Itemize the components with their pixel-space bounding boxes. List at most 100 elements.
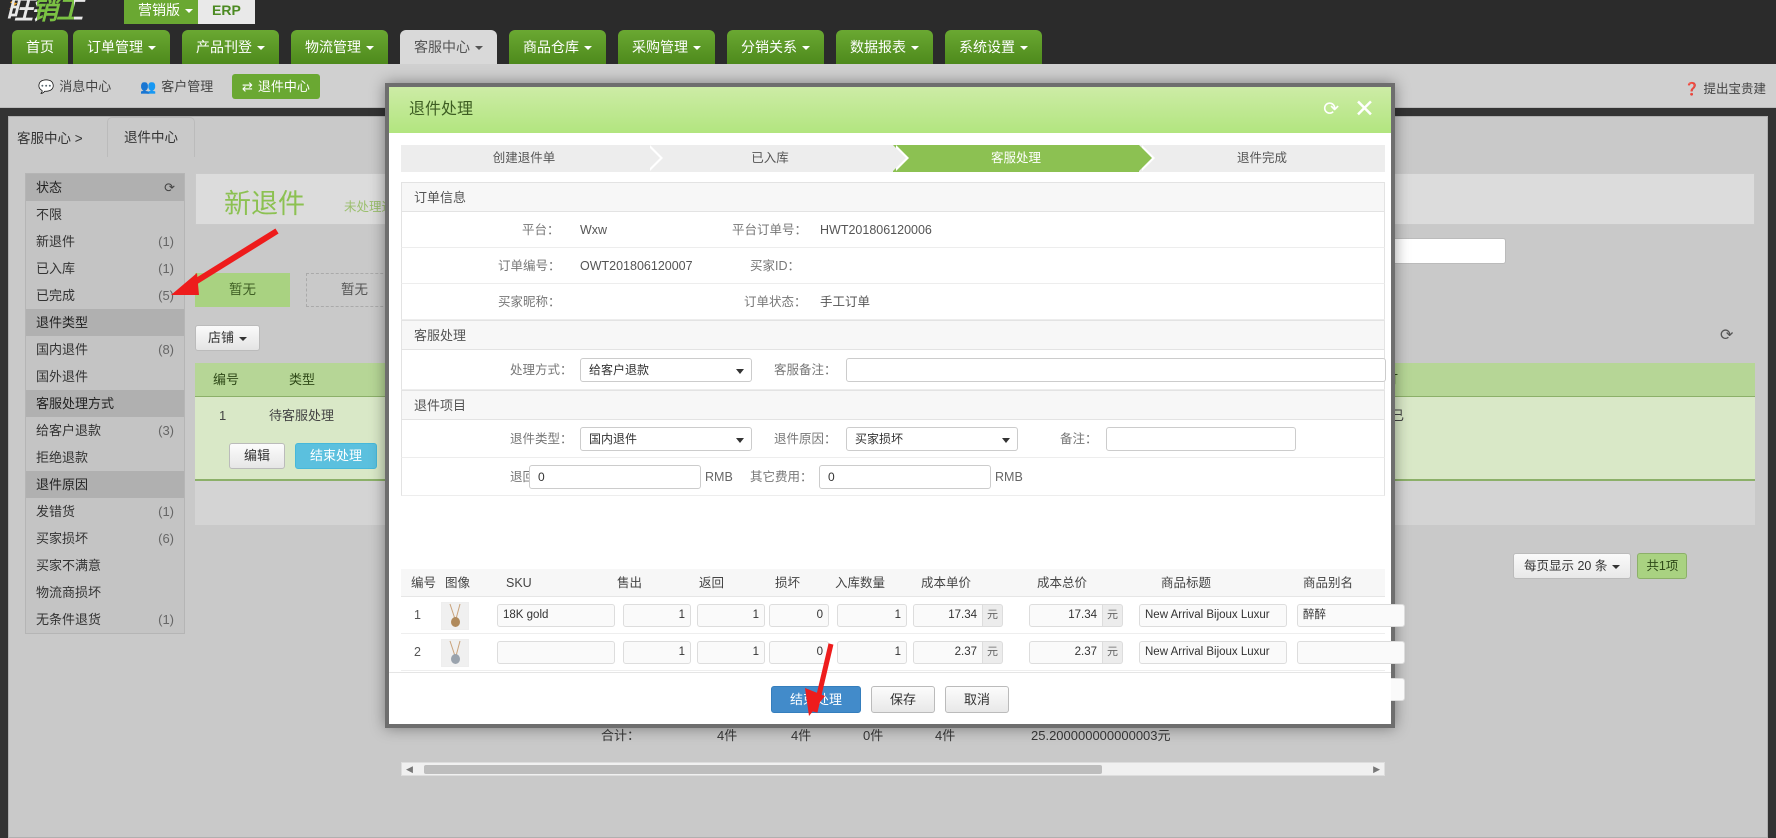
damaged-input[interactable]: 0 — [769, 604, 829, 627]
feedback-link[interactable]: ❓ 提出宝贵建 — [1684, 78, 1766, 97]
subnav-item-2[interactable]: ⇄ 退件中心 — [232, 74, 320, 99]
step-0[interactable]: 创建退件单 — [401, 145, 663, 172]
sku-input[interactable] — [497, 641, 615, 664]
refresh-icon[interactable]: ⟳ — [1323, 87, 1339, 133]
nav-item-label: 客服中心 — [414, 39, 470, 55]
product-title-input[interactable]: New Arrival Bijoux Luxur — [1139, 604, 1287, 627]
nav-item-7[interactable]: 分销关系 — [727, 30, 824, 64]
step-2[interactable]: 客服处理 — [893, 145, 1155, 172]
brand-tab-marketing[interactable]: 营销版 — [124, 0, 207, 24]
step-3[interactable]: 退件完成 — [1139, 145, 1385, 172]
nav-item-label: 首页 — [26, 39, 54, 55]
breadcrumb-separator: > — [74, 131, 83, 146]
filter-item-3-5[interactable]: 无条件退货 (1) — [26, 606, 184, 633]
step-1[interactable]: 已入库 — [647, 145, 909, 172]
filter-item-0-2[interactable]: 已入库 (1) — [26, 255, 184, 282]
order-info-row-3: 买家昵称： 订单状态： 手工订单 — [401, 284, 1385, 320]
filter-item-count: (1) — [158, 504, 174, 519]
sku-input[interactable]: 18K gold — [497, 604, 615, 627]
row-type: 待客服处理 — [269, 408, 335, 423]
instock-input[interactable]: 1 — [837, 604, 907, 627]
return-reason-label: 退件原因： — [774, 432, 837, 446]
content-tab-1[interactable]: 暂无 — [195, 273, 290, 307]
dialog-button-1[interactable]: 保存 — [870, 686, 935, 713]
instock-input[interactable]: 1 — [837, 641, 907, 664]
other-fee-input[interactable]: 0 — [819, 465, 991, 489]
sold-input[interactable]: 1 — [623, 641, 691, 664]
filter-item-0-4[interactable]: 已完成 (5) — [26, 282, 184, 309]
page-size-select[interactable]: 每页显示 20 条 — [1513, 553, 1632, 579]
product-alias-input[interactable] — [1297, 641, 1405, 664]
unit-cost-input[interactable]: 2.37 — [913, 641, 983, 664]
freight-input[interactable]: 0 — [529, 465, 701, 489]
shop-filter-button[interactable]: 店铺 — [195, 325, 261, 351]
returned-input[interactable]: 1 — [697, 641, 765, 664]
total-cost-input[interactable]: 2.37 — [1029, 641, 1103, 664]
return-items-row-1: 退件类型： 国内退件 退件原因： 买家损坏 备注： — [401, 420, 1385, 458]
total-cost-input[interactable]: 17.34 — [1029, 604, 1103, 627]
nav-item-4[interactable]: 客服中心 — [400, 30, 497, 64]
filter-item-3-3[interactable]: 买家不满意 — [26, 552, 184, 579]
close-icon[interactable]: ✕ — [1354, 87, 1375, 131]
edit-button[interactable]: 编辑 — [229, 443, 286, 469]
filter-item-3-1[interactable]: 发错货 (1) — [26, 498, 184, 525]
col-total-cost: 成本总价 — [1037, 576, 1088, 590]
remark-input[interactable] — [1106, 427, 1296, 451]
scroll-right-icon[interactable]: ▶ — [1373, 765, 1380, 774]
product-title-input[interactable]: New Arrival Bijoux Luxur — [1139, 641, 1287, 664]
order-info-row-1: 平台： Wxw 平台订单号： HWT201806120006 — [401, 212, 1385, 248]
service-note-label: 客服备注： — [774, 363, 837, 377]
breadcrumb-root[interactable]: 客服中心 > — [17, 127, 83, 147]
filter-item-3-2[interactable]: 买家损坏 (6) — [26, 525, 184, 552]
buyer-nickname-label: 买家昵称： — [498, 295, 561, 309]
unit-cost-input[interactable]: 17.34 — [913, 604, 983, 627]
scroll-left-icon[interactable]: ◀ — [406, 765, 413, 774]
finish-process-button[interactable]: 结束处理 — [295, 443, 378, 469]
filter-item-label: 发错货 — [36, 504, 76, 519]
method-label: 处理方式： — [510, 363, 573, 377]
nav-item-6[interactable]: 采购管理 — [618, 30, 715, 64]
sold-input[interactable]: 1 — [623, 604, 691, 627]
breadcrumb-current-tab[interactable]: 退件中心 — [107, 117, 195, 157]
chevron-down-icon — [693, 46, 701, 51]
dialog-button-0[interactable]: 结束处理 — [770, 686, 861, 713]
nav-item-1[interactable]: 订单管理 — [73, 30, 170, 64]
filter-sidebar: 状态⟳不限新退件(1)已入库(1)待客服处理(1)已完成(5)退件类型不限国内退… — [25, 173, 185, 634]
return-type-select[interactable]: 国内退件 — [580, 427, 752, 451]
filter-item-1-1[interactable]: 国内退件 (8) — [26, 336, 184, 363]
col-unit-cost: 成本单价 — [921, 576, 972, 590]
horizontal-scrollbar[interactable]: ◀ ▶ — [401, 762, 1385, 776]
product-alias-input[interactable]: 醉醉 — [1297, 604, 1405, 627]
product-row: 2 1 1 0 1 2.37 元 2.37 元 New Arrival Bijoux Luxur — [401, 634, 1405, 671]
dialog-button-2[interactable]: 取消 — [945, 686, 1010, 713]
refresh-icon[interactable]: ⟳ — [1720, 325, 1733, 345]
returned-input[interactable]: 1 — [697, 604, 765, 627]
filter-item-count: (5) — [158, 288, 174, 303]
filter-item-2-2[interactable]: 拒绝退款 — [26, 444, 184, 471]
refresh-icon[interactable]: ⟳ — [164, 174, 175, 201]
brand-tab-erp[interactable]: ERP — [198, 0, 255, 24]
nav-item-2[interactable]: 产品刊登 — [182, 30, 279, 64]
unit-cost-currency: 元 — [983, 641, 1003, 664]
filter-item-3-4[interactable]: 物流商损坏 — [26, 579, 184, 606]
nav-item-3[interactable]: 物流管理 — [291, 30, 388, 64]
subnav-item-1[interactable]: 👥 客户管理 — [130, 74, 223, 99]
order-info-row-2: 订单编号： OWT201806120007 买家ID： — [401, 248, 1385, 284]
filter-item-1-2[interactable]: 国外退件 — [26, 363, 184, 390]
chevron-down-icon — [148, 46, 156, 51]
filter-item-0-0[interactable]: 不限 — [26, 201, 184, 228]
service-note-input[interactable] — [846, 358, 1386, 382]
nav-item-5[interactable]: 商品仓库 — [509, 30, 606, 64]
damaged-input[interactable]: 0 — [769, 641, 829, 664]
filter-item-2-1[interactable]: 给客户退款 (3) — [26, 417, 184, 444]
nav-item-0[interactable]: 首页 — [12, 30, 68, 64]
nav-item-8[interactable]: 数据报表 — [836, 30, 933, 64]
return-reason-select[interactable]: 买家损坏 — [846, 427, 1018, 451]
filter-item-0-1[interactable]: 新退件 (1) — [26, 228, 184, 255]
method-select[interactable]: 给客户退款 — [580, 358, 752, 382]
subnav-item-0[interactable]: 💬 消息中心 — [28, 74, 121, 99]
nav-item-9[interactable]: 系统设置 — [945, 30, 1042, 64]
col-alias: 商品别名 — [1303, 576, 1354, 590]
filter-item-label: 已入库 — [36, 261, 76, 276]
scrollbar-thumb[interactable] — [424, 765, 1102, 774]
